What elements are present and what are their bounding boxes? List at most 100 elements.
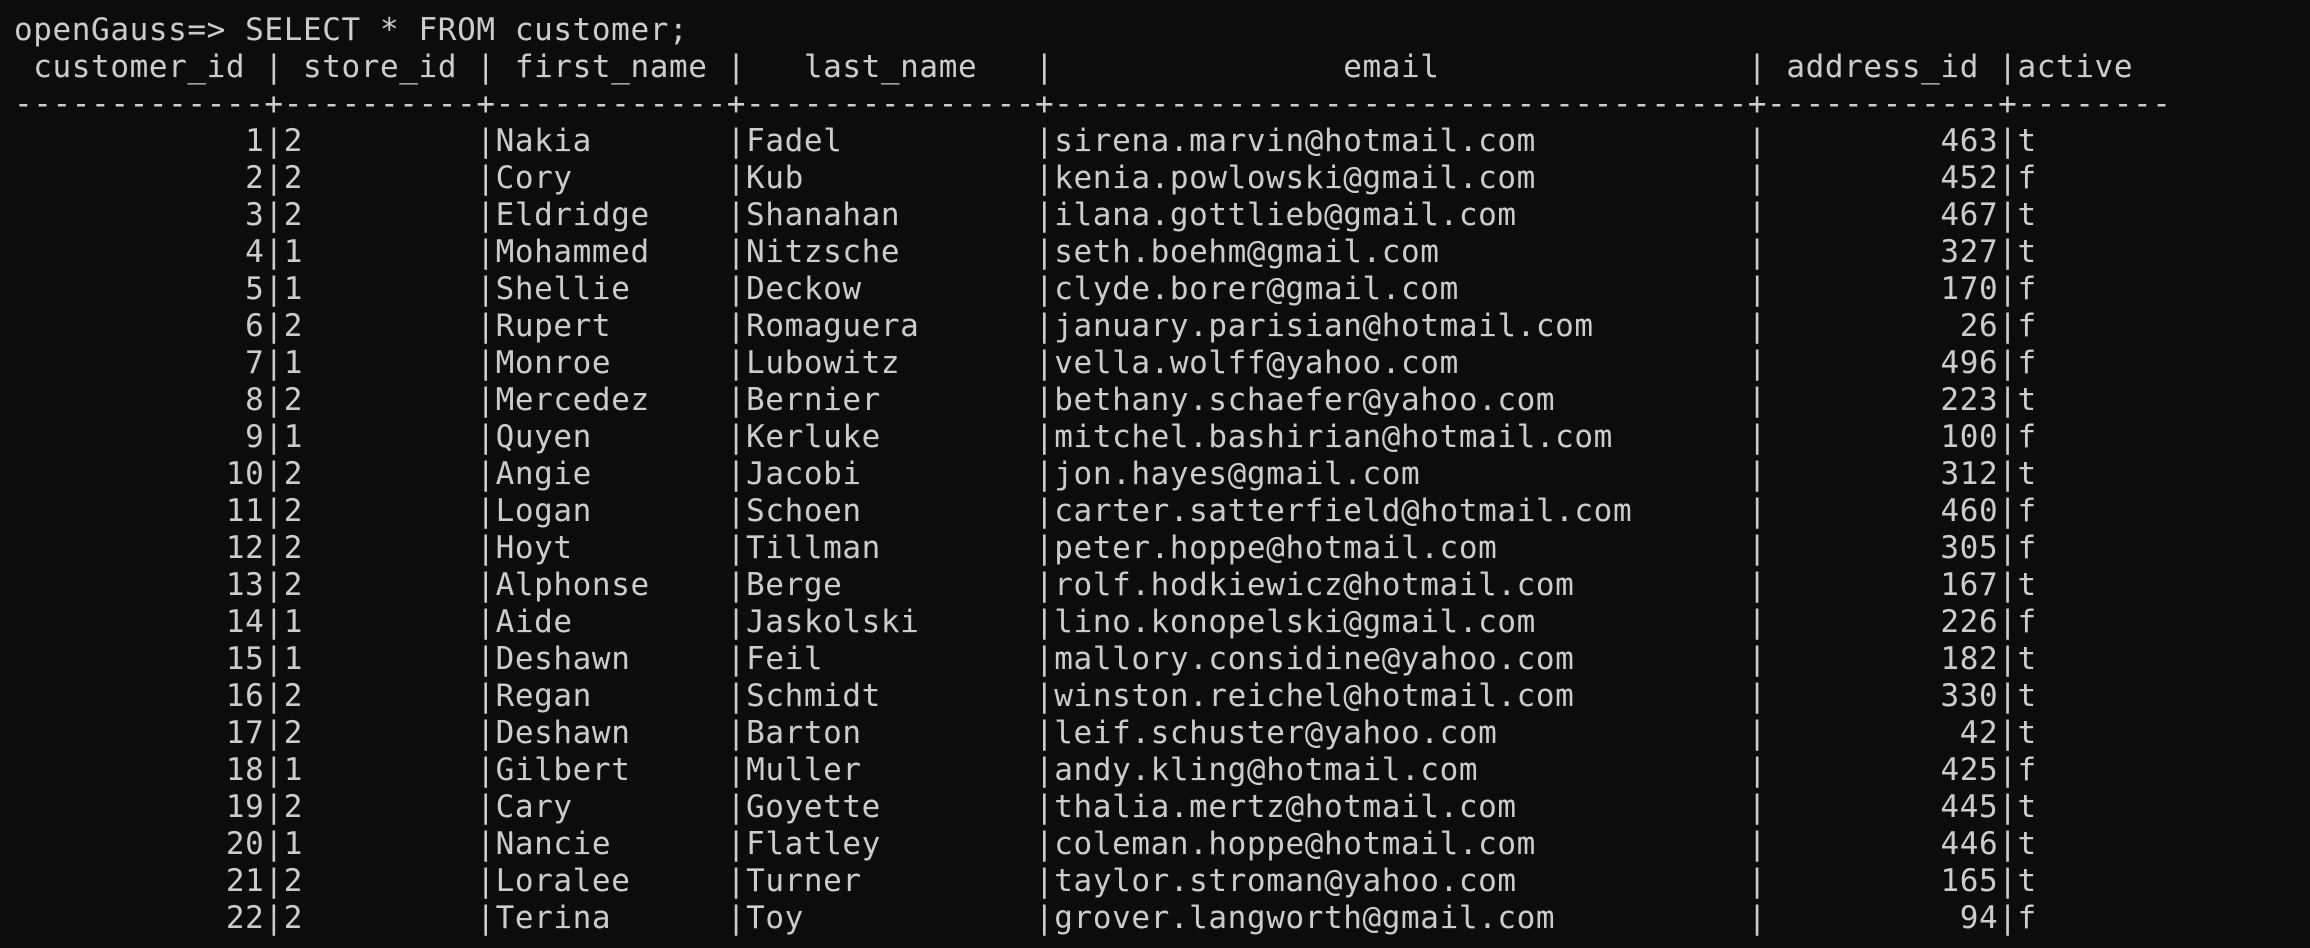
column-separator: | — [476, 789, 496, 825]
column-separator: | — [1035, 123, 1055, 159]
cell-address-id: 182 — [1940, 641, 1999, 677]
column-separator: | — [1747, 715, 1768, 751]
cell-email: mitchel.bashirian@hotmail.com — [1054, 419, 1613, 455]
cell-store-id: 2 — [283, 197, 303, 233]
column-separator: | — [1035, 789, 1055, 825]
cell-first-name: Monroe — [495, 345, 612, 381]
column-separator: | — [1747, 678, 1768, 714]
column-separator: | — [726, 308, 747, 344]
sql-command: SELECT * FROM customer; — [245, 12, 689, 48]
cell-last-name: Jaskolski — [746, 604, 920, 640]
column-separator: | — [1998, 863, 2018, 899]
column-separator: | — [1998, 308, 2018, 344]
column-separator: | — [1747, 160, 1768, 196]
column-separator: | — [264, 678, 284, 714]
column-separator: | — [264, 900, 284, 936]
cell-last-name: Kub — [746, 160, 804, 196]
cell-store-id: 2 — [283, 863, 303, 899]
column-separator: | — [1747, 493, 1768, 529]
cell-customer-id: 14 — [225, 604, 265, 640]
cell-active: f — [2017, 308, 2037, 344]
column-separator: | — [476, 604, 496, 640]
column-separator: | — [264, 123, 284, 159]
column-separator: | — [726, 604, 747, 640]
column-separator: | — [476, 456, 496, 492]
table-row: 8|2 |Mercedez |Bernier |bethany.schaefer… — [14, 382, 2294, 419]
column-separator: | — [1747, 567, 1768, 603]
table-row: 15|1 |Deshawn |Feil |mallory.considine@y… — [14, 641, 2294, 678]
column-separator: | — [1998, 826, 2018, 862]
terminal-window[interactable]: openGauss=> SELECT * FROM customer; cust… — [14, 12, 2294, 942]
column-separator: | — [1747, 197, 1768, 233]
cell-store-id: 2 — [283, 493, 303, 529]
cell-active: t — [2017, 826, 2037, 862]
column-separator: | — [726, 271, 747, 307]
cell-first-name: Alphonse — [495, 567, 650, 603]
column-separator: | — [1035, 382, 1055, 418]
cell-address-id: 446 — [1940, 826, 1999, 862]
column-separator: | — [1035, 752, 1055, 788]
column-separator: | — [476, 308, 496, 344]
cell-active: t — [2017, 123, 2037, 159]
table-row: 16|2 |Regan |Schmidt |winston.reichel@ho… — [14, 678, 2294, 715]
cell-active: f — [2017, 271, 2037, 307]
table-row: 11|2 |Logan |Schoen |carter.satterfield@… — [14, 493, 2294, 530]
cell-first-name: Hoyt — [495, 530, 573, 566]
column-separator: | — [1035, 641, 1055, 677]
cell-last-name: Barton — [746, 715, 862, 751]
column-separator: | — [264, 715, 284, 751]
cell-customer-id: 15 — [225, 641, 265, 677]
column-separator: | — [476, 160, 496, 196]
cell-active: f — [2017, 419, 2037, 455]
cell-store-id: 2 — [283, 456, 303, 492]
column-separator: | — [726, 49, 747, 85]
cell-last-name: Lubowitz — [746, 345, 901, 381]
cell-address-id: 312 — [1940, 456, 1999, 492]
column-separator: | — [476, 419, 496, 455]
column-separator: | — [1998, 197, 2018, 233]
cell-address-id: 223 — [1940, 382, 1999, 418]
cell-address-id: 425 — [1940, 752, 1999, 788]
column-separator: | — [476, 900, 496, 936]
cell-address-id: 226 — [1940, 604, 1999, 640]
table-row: 22|2 |Terina |Toy |grover.langworth@gmai… — [14, 900, 2294, 937]
cell-last-name: Romaguera — [746, 308, 920, 344]
cell-address-id: 445 — [1940, 789, 1999, 825]
column-separator: | — [1998, 789, 2018, 825]
column-separator: | — [476, 345, 496, 381]
column-separator: | — [726, 419, 747, 455]
column-separator: | — [1998, 271, 2018, 307]
column-separator: | — [476, 530, 496, 566]
cell-customer-id: 6 — [245, 308, 265, 344]
cell-active: t — [2017, 715, 2037, 751]
column-separator: | — [726, 197, 747, 233]
cell-address-id: 170 — [1940, 271, 1999, 307]
column-separator: | — [1747, 826, 1768, 862]
column-separator: | — [476, 123, 496, 159]
column-separator: | — [1035, 604, 1055, 640]
cell-customer-id: 5 — [245, 271, 265, 307]
column-separator: | — [1035, 345, 1055, 381]
cell-customer-id: 18 — [225, 752, 265, 788]
column-separator: | — [1998, 900, 2018, 936]
column-separator: | — [726, 234, 747, 270]
table-row: 2|2 |Cory |Kub |kenia.powlowski@gmail.co… — [14, 160, 2294, 197]
column-separator: | — [1035, 271, 1055, 307]
column-separator: | — [1998, 678, 2018, 714]
cell-email: taylor.stroman@yahoo.com — [1054, 863, 1517, 899]
header-separator: -------------+----------+------------+--… — [14, 86, 2172, 122]
column-separator: | — [726, 530, 747, 566]
table-row: 3|2 |Eldridge |Shanahan |ilana.gottlieb@… — [14, 197, 2294, 234]
column-separator: | — [264, 493, 284, 529]
cell-active: t — [2017, 234, 2037, 270]
column-separator: | — [1998, 567, 2018, 603]
column-separator: | — [726, 123, 747, 159]
cell-store-id: 2 — [283, 530, 303, 566]
column-separator: | — [1998, 49, 2018, 85]
column-separator: | — [264, 382, 284, 418]
cell-last-name: Muller — [746, 752, 862, 788]
column-separator: | — [1747, 456, 1768, 492]
column-separator: | — [476, 567, 496, 603]
cell-email: ilana.gottlieb@gmail.com — [1054, 197, 1517, 233]
cell-address-id: 452 — [1940, 160, 1999, 196]
